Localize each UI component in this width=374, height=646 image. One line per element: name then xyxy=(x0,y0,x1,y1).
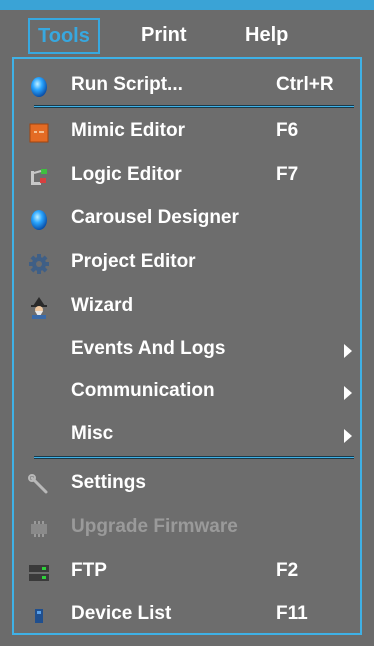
menu-item-shortcut: F6 xyxy=(276,120,299,141)
logic-editor-icon xyxy=(31,169,47,185)
ftp-server-icon xyxy=(29,565,49,581)
menu-item-project-editor[interactable]: Project Editor xyxy=(14,243,360,283)
submenu-arrow-icon xyxy=(344,344,352,358)
menu-item-communication[interactable]: Communication xyxy=(14,372,360,412)
menu-item-shortcut: F2 xyxy=(276,560,299,581)
menu-item-shortcut: F7 xyxy=(276,164,299,185)
run-script-icon xyxy=(31,77,47,97)
menu-tools[interactable]: Tools xyxy=(28,18,100,54)
menu-item-logic-editor[interactable]: Logic Editor F7 xyxy=(14,156,360,196)
menu-item-run-script[interactable]: Run Script... Ctrl+R xyxy=(14,66,360,106)
submenu-arrow-icon xyxy=(344,386,352,400)
menu-separator xyxy=(34,105,354,108)
carousel-designer-icon xyxy=(31,210,47,230)
menu-item-label: Settings xyxy=(71,472,146,493)
upgrade-firmware-icon xyxy=(31,521,47,537)
menu-item-label: Carousel Designer xyxy=(71,207,239,228)
menu-item-label: Mimic Editor xyxy=(71,120,186,141)
device-list-icon xyxy=(35,609,43,623)
wizard-icon xyxy=(31,297,47,319)
menu-item-events-and-logs[interactable]: Events And Logs xyxy=(14,330,360,370)
menu-item-label: FTP xyxy=(71,560,107,581)
menu-item-label: Logic Editor xyxy=(71,164,182,185)
menu-item-carousel-designer[interactable]: Carousel Designer xyxy=(14,199,360,239)
menu-item-wizard[interactable]: Wizard xyxy=(14,287,360,327)
menu-item-label: Communication xyxy=(71,380,215,401)
menu-print[interactable]: Print xyxy=(133,17,195,53)
menu-item-ftp[interactable]: FTP F2 xyxy=(14,552,360,592)
menu-help[interactable]: Help xyxy=(237,17,296,53)
menu-item-shortcut: F11 xyxy=(276,603,308,624)
menu-item-settings[interactable]: Settings xyxy=(14,464,360,504)
menu-item-upgrade-firmware[interactable]: Upgrade Firmware xyxy=(14,508,360,548)
mimic-editor-icon xyxy=(29,123,49,143)
menu-item-label: Upgrade Firmware xyxy=(71,516,238,537)
menu-item-label: Run Script... xyxy=(71,74,183,95)
menu-separator xyxy=(34,456,354,459)
menu-item-label: Events And Logs xyxy=(71,338,226,359)
menu-item-mimic-editor[interactable]: Mimic Editor F6 xyxy=(14,112,360,152)
menu-item-device-list[interactable]: Device List F11 xyxy=(14,595,360,635)
wrench-icon xyxy=(28,474,48,494)
menu-item-shortcut: Ctrl+R xyxy=(276,74,334,95)
menu-item-label: Wizard xyxy=(71,295,134,316)
menu-item-label: Misc xyxy=(71,423,114,444)
menu-item-misc[interactable]: Misc xyxy=(14,415,360,455)
submenu-arrow-icon xyxy=(344,429,352,443)
gear-icon xyxy=(29,254,49,274)
tools-dropdown-menu: Run Script... Ctrl+R Mimic Editor F6 Log… xyxy=(12,57,362,635)
menu-item-label: Device List xyxy=(71,603,172,624)
menu-item-label: Project Editor xyxy=(71,251,196,272)
